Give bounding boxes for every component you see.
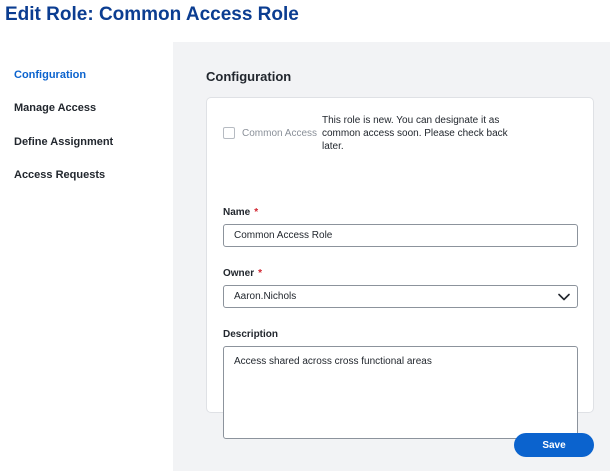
- description-label: Description: [223, 329, 279, 340]
- configuration-card: Common Access This role is new. You can …: [206, 97, 594, 439]
- name-label-text: Name: [223, 207, 251, 218]
- owner-label-text: Owner: [223, 268, 255, 279]
- common-access-label: Common Access: [242, 128, 318, 139]
- save-button[interactable]: Save: [514, 433, 594, 457]
- owner-select-value: Aaron.Nichols: [234, 291, 297, 302]
- sidebar-item-define-assignment[interactable]: Define Assignment: [14, 136, 113, 148]
- sidebar-item-access-requests[interactable]: Access Requests: [14, 169, 105, 181]
- required-marker: *: [254, 207, 259, 218]
- required-marker: *: [258, 268, 263, 279]
- page-title: Edit Role: Common Access Role: [5, 4, 299, 25]
- sidebar: Configuration Manage Access Define Assig…: [0, 42, 173, 471]
- owner-select[interactable]: Aaron.Nichols: [223, 285, 578, 308]
- owner-label: Owner *: [223, 268, 262, 279]
- description-textarea[interactable]: Access shared across cross functional ar…: [223, 346, 578, 439]
- common-access-checkbox[interactable]: [223, 127, 235, 139]
- sidebar-item-configuration[interactable]: Configuration: [14, 69, 86, 81]
- common-access-notice: This role is new. You can designate it a…: [322, 115, 508, 152]
- chevron-down-icon: [558, 293, 570, 301]
- main-content: Configuration Common Access This role is…: [173, 42, 610, 471]
- section-title: Configuration: [206, 69, 292, 84]
- name-input[interactable]: [223, 224, 578, 247]
- name-label: Name *: [223, 207, 258, 218]
- sidebar-item-manage-access[interactable]: Manage Access: [14, 102, 96, 114]
